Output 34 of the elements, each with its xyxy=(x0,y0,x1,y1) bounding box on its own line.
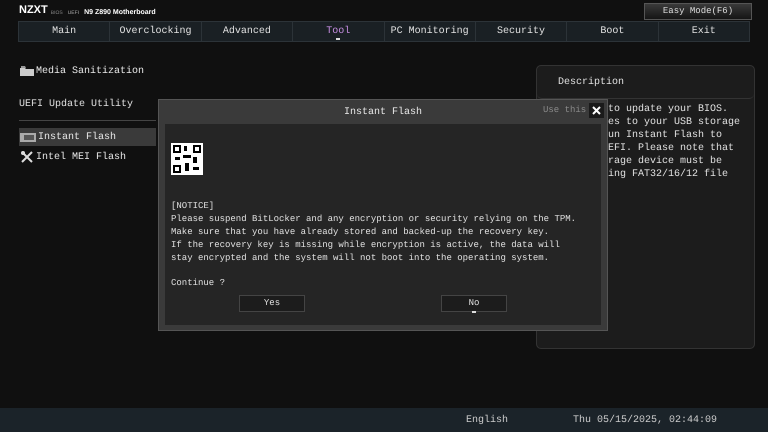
menu-tab[interactable]: Advanced xyxy=(202,22,294,41)
description-text: Use this xyxy=(543,104,586,117)
language-label[interactable]: English xyxy=(466,412,508,428)
folder-icon xyxy=(20,66,34,76)
menu-item[interactable]: Intel MEI Flash xyxy=(36,150,126,164)
menu-tab[interactable]: Exit xyxy=(658,22,749,41)
menu-tab[interactable]: Tool xyxy=(293,22,384,41)
description-text: es to your USB storage xyxy=(608,116,740,129)
date-time: Thu 05/15/2025, 02:44:09 xyxy=(573,414,718,428)
menu-item[interactable]: Media Sanitization xyxy=(36,64,144,78)
close-button[interactable] xyxy=(589,103,604,118)
description-text: un Instant Flash to xyxy=(608,129,724,142)
tools-icon xyxy=(20,150,34,164)
qr-code-icon xyxy=(171,143,203,175)
menu-tab[interactable]: Security xyxy=(476,22,568,41)
dialog-title: Instant Flash xyxy=(344,106,422,118)
brand-logo: NZXT xyxy=(19,4,48,16)
description-text: EFI. Please note that xyxy=(608,142,736,155)
dialog-button[interactable]: Yes xyxy=(239,295,305,312)
menu-tab[interactable]: Boot xyxy=(567,22,659,41)
menu-tab[interactable]: Overclocking xyxy=(110,22,202,41)
notice-label: [NOTICE] xyxy=(171,200,216,213)
description-text: ing FAT32/16/12 file xyxy=(608,168,730,181)
close-icon xyxy=(592,106,601,115)
description-text: rage device must be xyxy=(608,155,724,168)
easy-mode-button[interactable]: Easy Mode(F6) xyxy=(644,3,752,20)
menu-tab[interactable]: PC Monitoring xyxy=(384,22,476,41)
dialog-button[interactable]: No xyxy=(441,295,507,312)
confirm-question: Continue ? xyxy=(171,277,226,290)
chip-icon xyxy=(20,132,36,142)
menu-tab[interactable]: Main xyxy=(19,22,110,41)
section-heading: UEFI Update Utility xyxy=(19,98,134,112)
description-text: to update your BIOS. xyxy=(608,103,730,116)
notice-message: Please suspend BitLocker and any encryption or security relying on the TPM. Make sure that you have already stored and backed-up the recovery key. If the recovery key is missing while encryption is active, the data will stay encrypted and the system will not boot into the operating system. xyxy=(171,213,578,265)
